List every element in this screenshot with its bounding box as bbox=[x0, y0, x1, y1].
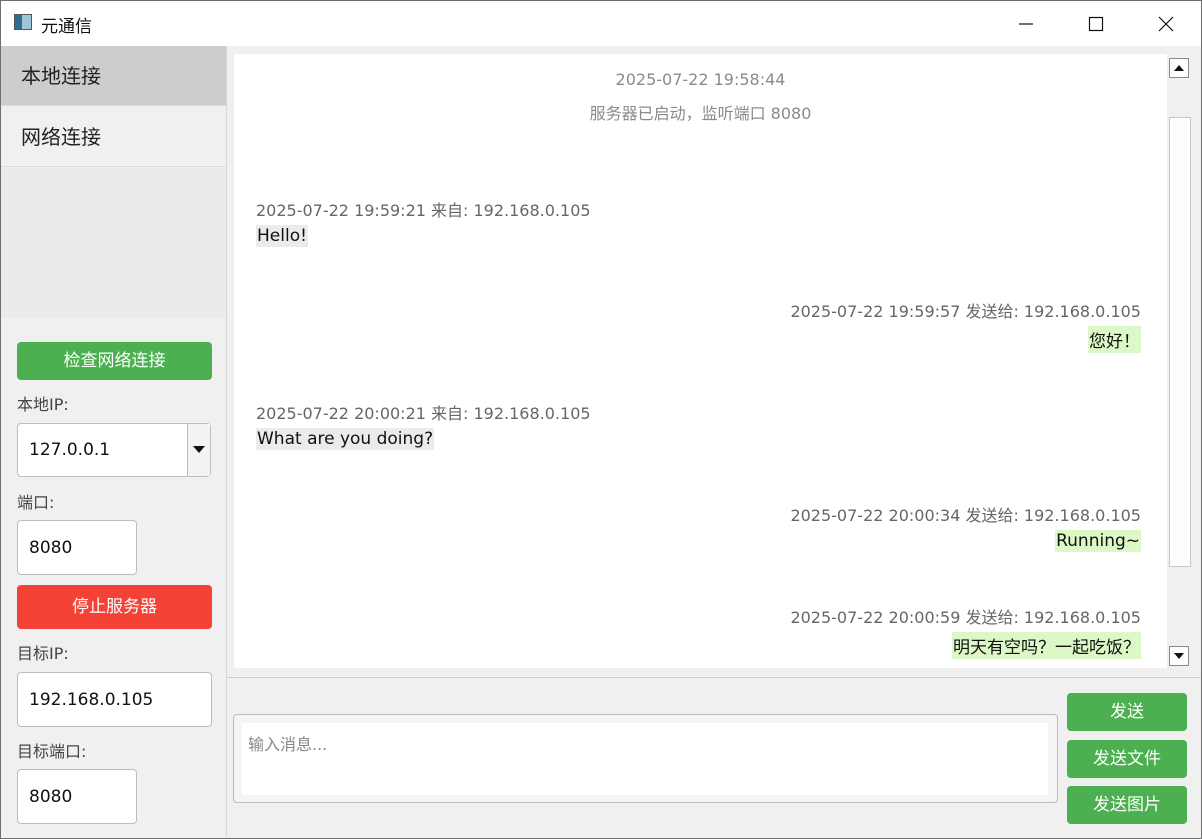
stop-server-button[interactable]: 停止服务器 bbox=[17, 585, 212, 629]
chat-scrollbar[interactable] bbox=[1168, 54, 1192, 668]
message-meta: 2025-07-22 20:00:21 来自: 192.168.0.105 bbox=[256, 404, 591, 423]
nav-network-connection[interactable]: 网络连接 bbox=[1, 107, 226, 167]
target-ip-input[interactable]: 192.168.0.105 bbox=[17, 672, 212, 727]
local-ip-value: 127.0.0.1 bbox=[29, 440, 111, 460]
maximize-button[interactable] bbox=[1061, 1, 1131, 46]
message-input-frame bbox=[233, 714, 1058, 803]
port-input[interactable]: 8080 bbox=[17, 520, 137, 575]
minimize-button[interactable] bbox=[991, 1, 1061, 46]
send-file-button[interactable]: 发送文件 bbox=[1067, 740, 1187, 778]
minimize-icon bbox=[1019, 22, 1033, 25]
port-value: 8080 bbox=[29, 537, 73, 558]
outgoing-message: 明天有空吗？一起吃饭？ bbox=[952, 632, 1141, 659]
local-ip-label: 本地IP: bbox=[17, 395, 69, 414]
window-title: 元通信 bbox=[41, 17, 92, 37]
composer-divider bbox=[227, 677, 1201, 678]
target-port-value: 8080 bbox=[29, 786, 73, 807]
incoming-message: What are you doing? bbox=[256, 428, 435, 450]
scroll-down-icon bbox=[1174, 653, 1184, 659]
app-window: 元通信 本地连接 网络连接 检查网络连接 本地IP: 127.0.0.1 端口:… bbox=[0, 0, 1202, 839]
target-ip-label: 目标IP: bbox=[17, 644, 69, 663]
scrollbar-thumb[interactable] bbox=[1169, 117, 1191, 567]
sidebar: 本地连接 网络连接 检查网络连接 本地IP: 127.0.0.1 端口: 808… bbox=[1, 46, 227, 838]
chevron-down-icon bbox=[193, 446, 205, 453]
combo-dropdown-button[interactable] bbox=[187, 424, 210, 476]
incoming-message: Hello! bbox=[256, 225, 308, 247]
nav-list-empty-area bbox=[1, 168, 226, 318]
title-bar: 元通信 bbox=[1, 1, 1201, 46]
target-port-label: 目标端口: bbox=[17, 742, 87, 761]
maximize-icon bbox=[1088, 16, 1104, 31]
message-meta: 2025-07-22 19:59:21 来自: 192.168.0.105 bbox=[256, 201, 591, 220]
app-window-icon bbox=[14, 14, 32, 30]
scroll-up-icon bbox=[1174, 65, 1184, 71]
port-label: 端口: bbox=[17, 493, 55, 512]
close-button[interactable] bbox=[1131, 1, 1201, 46]
message-input[interactable] bbox=[242, 723, 1048, 795]
message-input-area bbox=[242, 723, 1048, 795]
close-icon bbox=[1158, 16, 1174, 31]
outgoing-message: 您好！ bbox=[1088, 326, 1141, 353]
target-port-input[interactable]: 8080 bbox=[17, 769, 137, 824]
message-meta: 2025-07-22 20:00:59 发送给: 192.168.0.105 bbox=[790, 608, 1141, 627]
chat-history[interactable]: 2025-07-22 19:58:44 服务器已启动，监听端口 8080 202… bbox=[234, 54, 1167, 668]
target-ip-value: 192.168.0.105 bbox=[29, 689, 154, 710]
scroll-down-button[interactable] bbox=[1169, 646, 1189, 666]
message-meta: 2025-07-22 20:00:34 发送给: 192.168.0.105 bbox=[790, 506, 1141, 525]
system-message-time: 2025-07-22 19:58:44 bbox=[615, 70, 786, 89]
send-button[interactable]: 发送 bbox=[1067, 693, 1187, 731]
nav-local-connection[interactable]: 本地连接 bbox=[1, 46, 226, 106]
send-image-button[interactable]: 发送图片 bbox=[1067, 786, 1187, 824]
outgoing-message: Running~ bbox=[1055, 530, 1141, 552]
system-message-text: 服务器已启动，监听端口 8080 bbox=[589, 104, 812, 123]
scroll-up-button[interactable] bbox=[1169, 58, 1189, 78]
message-meta: 2025-07-22 19:59:57 发送给: 192.168.0.105 bbox=[790, 302, 1141, 321]
check-network-button[interactable]: 检查网络连接 bbox=[17, 342, 212, 380]
local-ip-combobox[interactable]: 127.0.0.1 bbox=[17, 423, 211, 477]
